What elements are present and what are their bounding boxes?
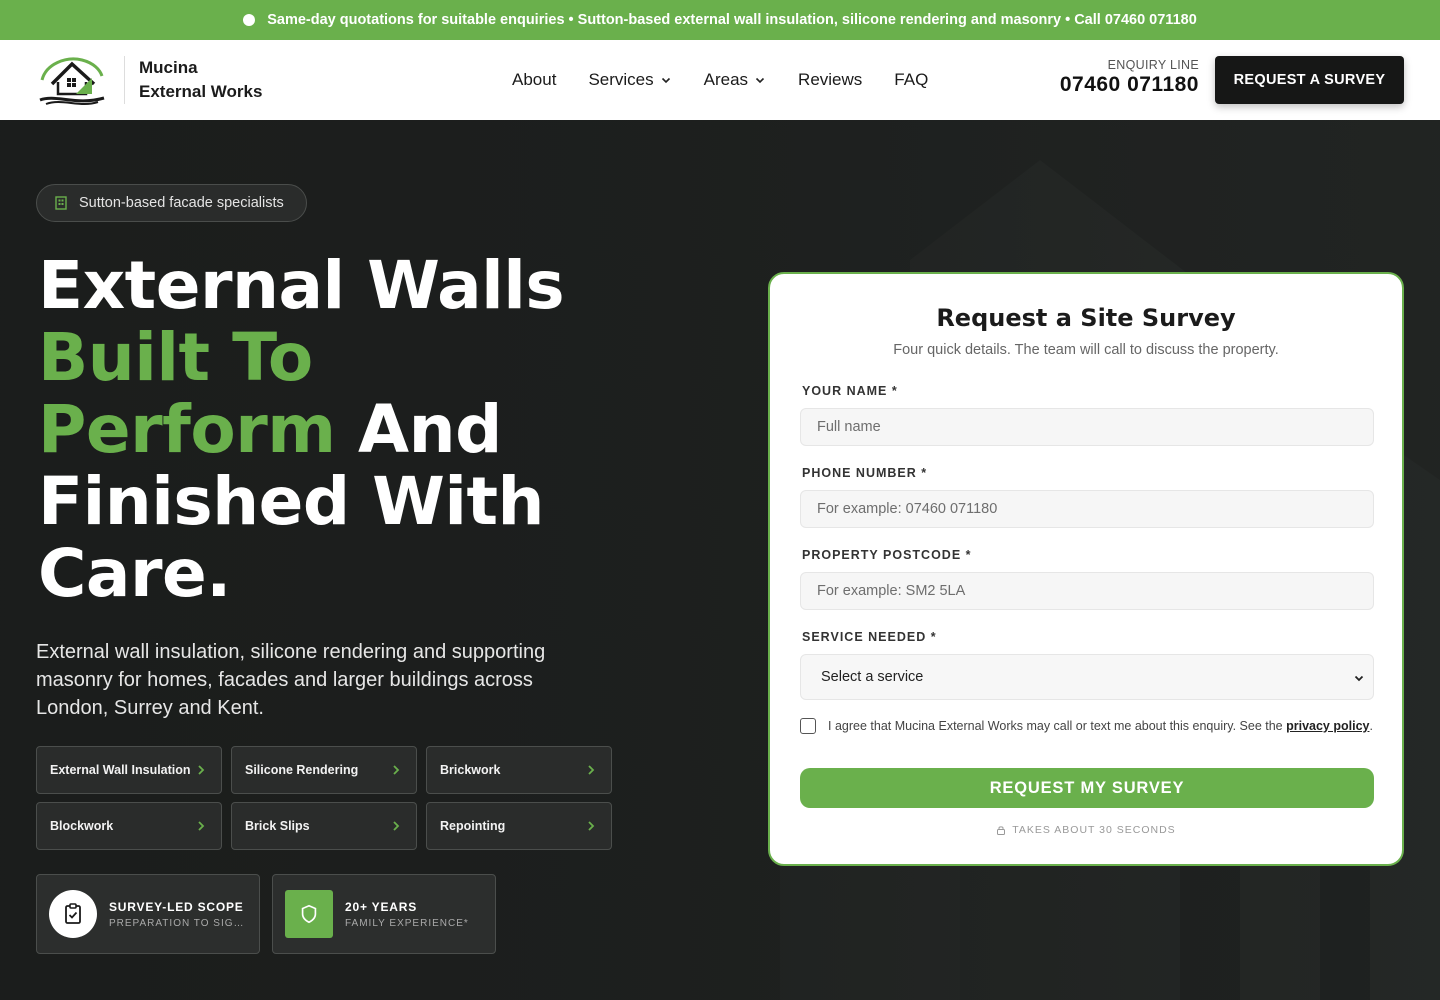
service-link-label: Brick Slips	[245, 819, 310, 833]
hero-section: Sutton-based facade specialists External…	[0, 120, 1440, 1000]
nav-item-label: About	[512, 70, 557, 89]
nav-item-areas[interactable]: Areas	[704, 70, 766, 90]
headline-line-2: Built To	[38, 319, 313, 396]
nav-item-faq[interactable]: FAQ	[894, 70, 928, 90]
service-link-brickwork[interactable]: Brickwork	[426, 746, 612, 794]
request-survey-button[interactable]: REQUEST A SURVEY	[1215, 56, 1404, 104]
form-title: Request a Site Survey	[936, 304, 1236, 332]
service-links-grid: External Wall Insulation Silicone Render…	[36, 746, 612, 850]
service-link-blockwork[interactable]: Blockwork	[36, 802, 222, 850]
chevron-down-icon	[1354, 675, 1364, 682]
chevron-right-icon	[198, 821, 205, 831]
nav-item-label: FAQ	[894, 70, 929, 89]
service-select-value: Select a service	[821, 669, 924, 685]
headline-line-3-green: Perform	[38, 391, 336, 468]
hero-badge: Sutton-based facade specialists	[36, 184, 307, 222]
service-link-brick-slips[interactable]: Brick Slips	[231, 802, 417, 850]
hero-subtext: External wall insulation, silicone rende…	[36, 641, 546, 719]
stat-subtitle: FAMILY EXPERIENCE*	[345, 917, 469, 929]
nav-item-services[interactable]: Services	[588, 70, 671, 90]
shield-icon	[285, 890, 333, 938]
main-nav: About Services Areas Reviews FAQ	[512, 40, 928, 120]
stat-title: SURVEY-LED SCOPE	[109, 899, 244, 914]
service-select[interactable]: Select a service	[800, 654, 1374, 700]
name-label: YOUR NAME *	[802, 384, 898, 398]
headline-line-3-white: And	[335, 391, 502, 468]
chevron-right-icon	[588, 821, 595, 831]
clipboard-check-icon	[49, 890, 97, 938]
phone-label: PHONE NUMBER *	[802, 466, 928, 480]
chevron-down-icon	[661, 77, 670, 84]
nav-item-label: Reviews	[798, 70, 863, 89]
survey-form-card: Request a Site Survey Four quick details…	[768, 272, 1404, 866]
service-link-label: Brickwork	[440, 763, 501, 777]
service-link-label: External Wall Insulation	[50, 763, 191, 777]
brand-line-2: External Works	[139, 82, 263, 101]
service-link-label: Blockwork	[50, 819, 114, 833]
service-link-label: Repointing	[440, 819, 506, 833]
stat-title: 20+ YEARS	[345, 899, 418, 914]
service-link-label: Silicone Rendering	[245, 763, 359, 777]
status-dot-icon	[243, 14, 256, 26]
form-note: TAKES ABOUT 30 SECONDS	[770, 824, 1402, 836]
consent-text-body: I agree that Mucina External Works may c…	[828, 719, 1287, 733]
name-field[interactable]	[800, 408, 1374, 446]
chevron-right-icon	[393, 821, 400, 831]
consent-row: I agree that Mucina External Works may c…	[800, 716, 1374, 736]
nav-item-reviews[interactable]: Reviews	[798, 70, 862, 90]
request-my-survey-button[interactable]: REQUEST MY SURVEY	[800, 768, 1374, 808]
phone-number-link[interactable]: 07460 071180	[1060, 73, 1199, 97]
postcode-label: PROPERTY POSTCODE *	[802, 548, 972, 562]
headline-line-1: External Walls	[38, 247, 565, 324]
company-logo[interactable]	[36, 54, 108, 110]
brand-line-1: Mucina	[139, 58, 198, 77]
site-header: Mucina External Works About Services Are…	[0, 40, 1440, 120]
service-link-external-wall-insulation[interactable]: External Wall Insulation	[36, 746, 222, 794]
stat-subtitle: PREPARATION TO SIGN-…	[109, 917, 249, 929]
service-label: SERVICE NEEDED *	[802, 630, 937, 644]
form-note-text: TAKES ABOUT 30 SECONDS	[1012, 824, 1176, 836]
headline-line-5: Care.	[38, 535, 231, 612]
chevron-right-icon	[198, 765, 205, 775]
stat-card-experience: 20+ YEARS FAMILY EXPERIENCE*	[272, 874, 496, 954]
phone-field[interactable]	[800, 490, 1374, 528]
nav-item-label: Areas	[703, 70, 749, 89]
logo-divider	[124, 56, 125, 104]
chevron-down-icon	[755, 77, 765, 84]
lock-icon	[997, 826, 1006, 835]
enquiry-line: ENQUIRY LINE 07460 071180	[1060, 58, 1199, 97]
announcement-bar: Same-day quotations for suitable enquiri…	[0, 0, 1440, 40]
chevron-right-icon	[588, 765, 595, 775]
service-link-silicone-rendering[interactable]: Silicone Rendering	[231, 746, 417, 794]
form-description: Four quick details. The team will call t…	[893, 342, 1279, 358]
nav-item-about[interactable]: About	[512, 70, 556, 90]
nav-item-label: Services	[588, 70, 654, 89]
hero-badge-text: Sutton-based facade specialists	[79, 195, 284, 211]
consent-text-end: .	[1369, 719, 1373, 733]
consent-checkbox[interactable]	[800, 718, 816, 734]
service-link-repointing[interactable]: Repointing	[426, 802, 612, 850]
chevron-right-icon	[393, 765, 400, 775]
brand-name[interactable]: Mucina External Works	[139, 56, 262, 104]
privacy-policy-link[interactable]: privacy policy	[1286, 719, 1369, 733]
building-icon	[55, 196, 67, 210]
stat-card-survey-led: SURVEY-LED SCOPE PREPARATION TO SIGN-…	[36, 874, 260, 954]
enquiry-label: ENQUIRY LINE	[1107, 58, 1199, 72]
hero-headline: External Walls Built To Perform And Fini…	[38, 250, 678, 610]
headline-line-4: Finished With	[38, 463, 545, 540]
consent-text: I agree that Mucina External Works may c…	[828, 716, 1373, 736]
postcode-field[interactable]	[800, 572, 1374, 610]
announcement-text: Same-day quotations for suitable enquiri…	[267, 12, 1197, 28]
